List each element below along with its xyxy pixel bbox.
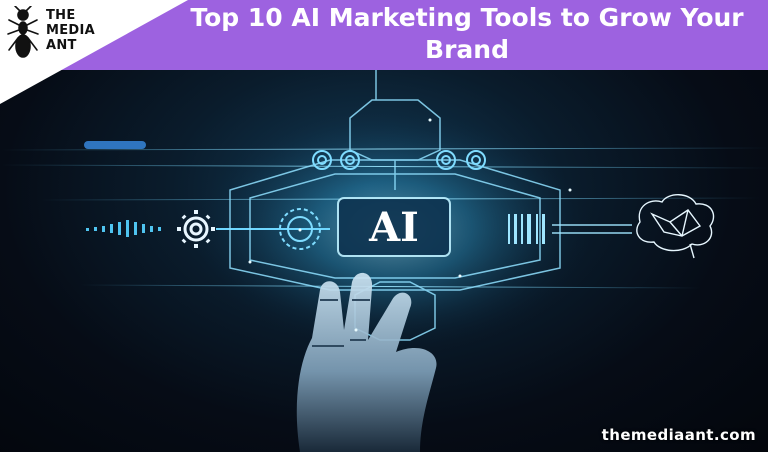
signal-wave bbox=[86, 220, 161, 237]
website-url: themediaant.com bbox=[601, 426, 756, 444]
logo-line-3: ANT bbox=[46, 38, 77, 53]
logo-line-2: MEDIA bbox=[46, 23, 96, 38]
brand-logo[interactable]: THE MEDIA ANT bbox=[6, 4, 136, 64]
blue-dash bbox=[84, 141, 146, 149]
logo-line-1: THE bbox=[46, 8, 76, 23]
page-title: Top 10 AI Marketing Tools to Grow Your B… bbox=[190, 3, 744, 64]
hero-banner: AI Top 10 AI Marketing Tools to Grow You… bbox=[0, 0, 768, 452]
logo-wordmark: THE MEDIA ANT bbox=[46, 8, 95, 53]
ai-chip-label: AI bbox=[368, 204, 419, 251]
ant-icon bbox=[7, 6, 39, 58]
brain-icon bbox=[636, 194, 715, 259]
